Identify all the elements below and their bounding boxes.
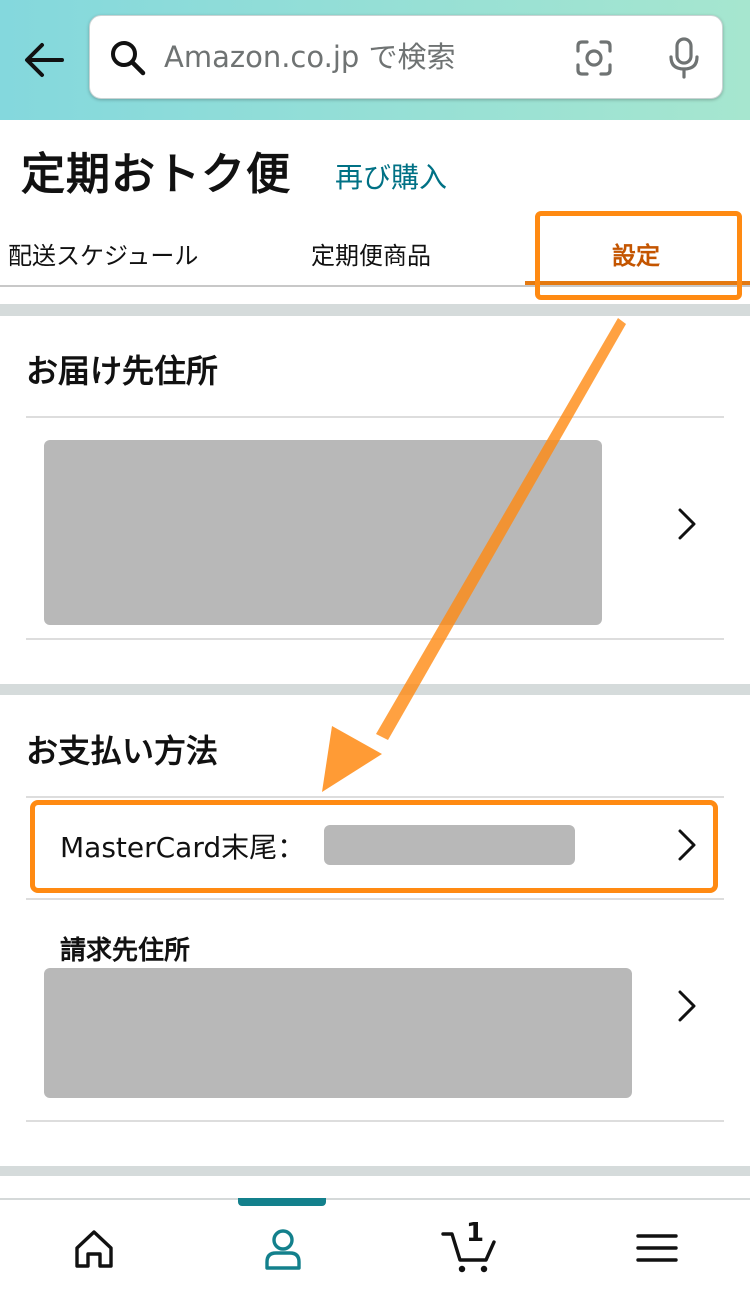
account-icon[interactable] — [258, 1224, 308, 1274]
cart-count: 1 — [466, 1218, 485, 1248]
annotation-arrow — [322, 318, 626, 792]
home-icon[interactable] — [69, 1224, 119, 1274]
menu-icon[interactable] — [632, 1224, 682, 1274]
nav-active-indicator — [238, 1198, 326, 1206]
cart-button[interactable]: 1 — [440, 1218, 500, 1276]
